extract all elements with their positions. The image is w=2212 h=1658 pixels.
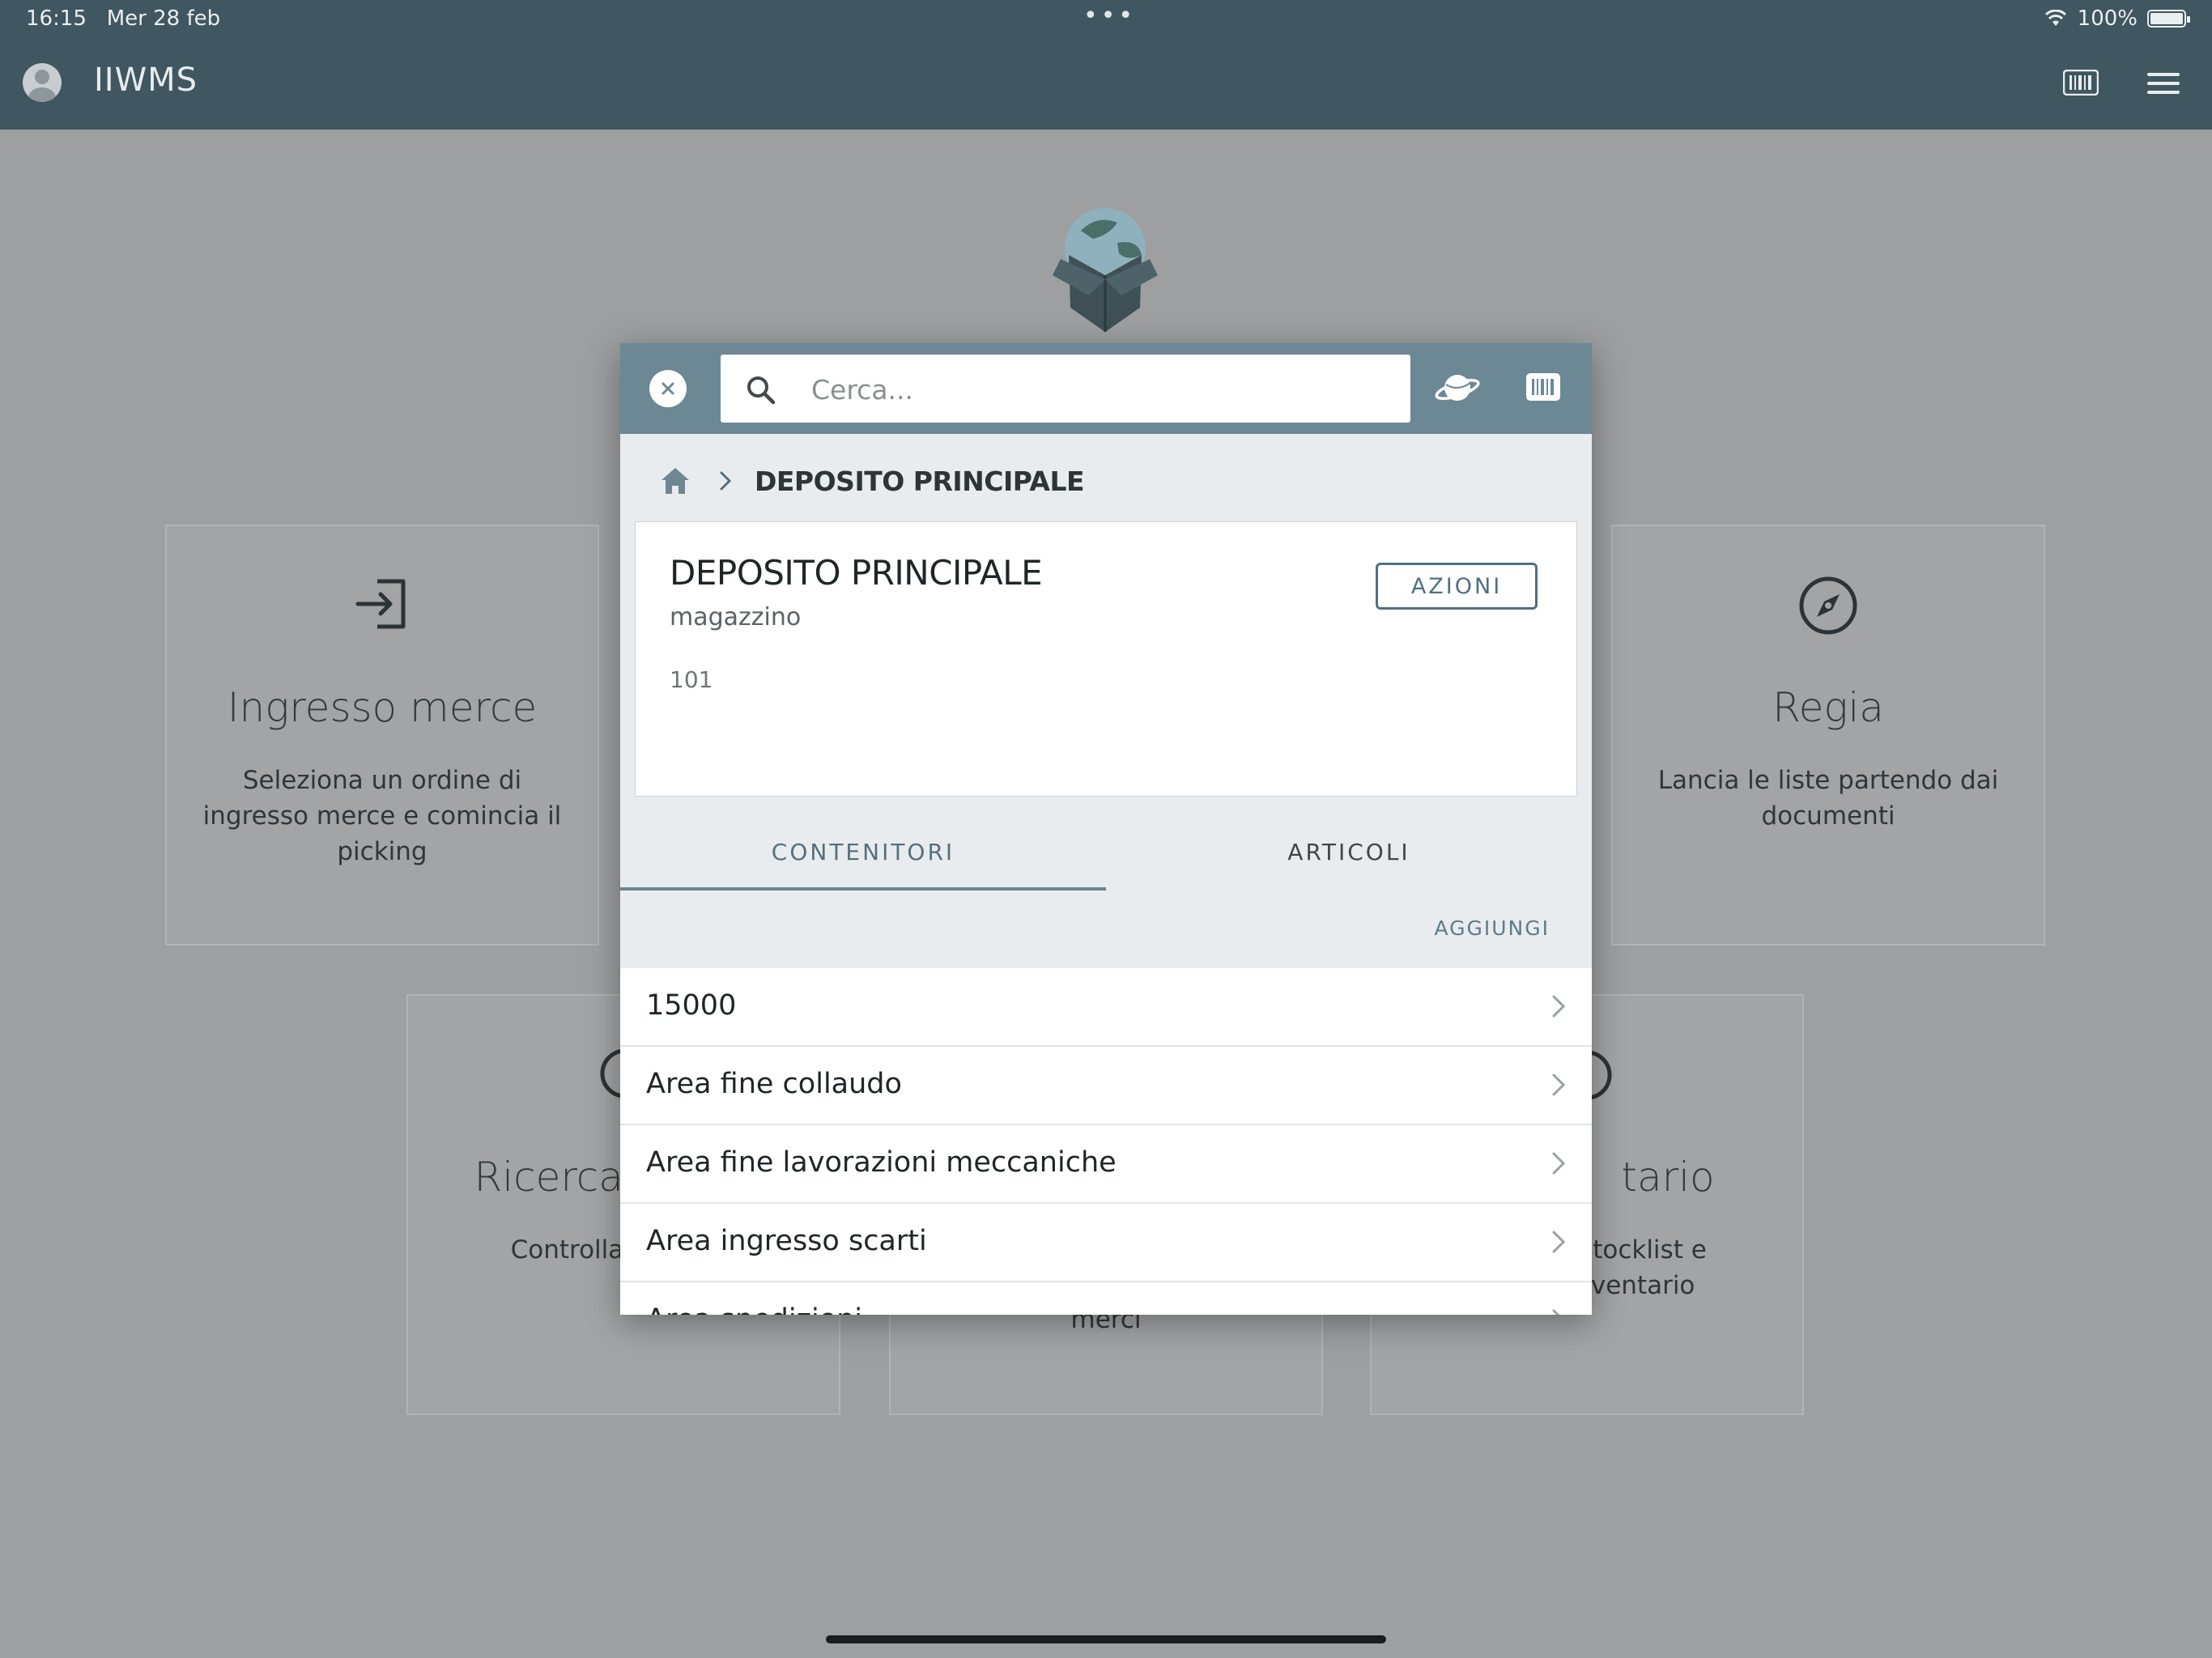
list-item-label: Area fine collaudo: [646, 1068, 902, 1100]
app-title: IIWMS: [94, 62, 198, 99]
status-indicators: 100%: [2044, 6, 2190, 31]
multitasking-dots-icon[interactable]: •••: [1083, 2, 1136, 30]
list-item[interactable]: Area fine lavorazioni meccaniche: [620, 1125, 1592, 1204]
search-input[interactable]: [810, 364, 1380, 414]
location-title: DEPOSITO PRINCIPALE: [670, 553, 1043, 593]
chevron-right-icon: [1552, 1309, 1560, 1315]
add-button[interactable]: AGGIUNGI: [1434, 916, 1550, 940]
list-item[interactable]: 15000: [620, 968, 1592, 1047]
chevron-right-icon: [1552, 1152, 1566, 1175]
compass-icon: [1799, 576, 1857, 635]
wifi-icon: [2044, 10, 2066, 26]
location-browser-modal: DEPOSITO PRINCIPALE DEPOSITO PRINCIPALE …: [620, 343, 1592, 1315]
menu-icon[interactable]: [2147, 71, 2180, 96]
barcode-scan-icon[interactable]: [1525, 372, 1561, 402]
login-arrow-icon: [355, 579, 406, 629]
chevron-right-icon: [1552, 995, 1566, 1018]
list-item-label: Area ingresso scarti: [646, 1225, 927, 1257]
tab-articoli[interactable]: ARTICOLI: [1106, 813, 1592, 891]
location-type: magazzino: [670, 603, 802, 631]
tab-contenitori[interactable]: CONTENITORI: [620, 813, 1106, 891]
close-icon: [661, 382, 674, 395]
barcode-scan-icon[interactable]: [2063, 70, 2099, 96]
breadcrumb: DEPOSITO PRINCIPALE: [659, 457, 1085, 505]
avatar[interactable]: [23, 63, 62, 102]
close-button[interactable]: [649, 370, 687, 407]
list-item-label: Area spedizioni: [646, 1303, 862, 1315]
chevron-right-icon: [720, 471, 732, 491]
home-icon[interactable]: [659, 465, 691, 497]
card-description: Seleziona un ordine di ingresso merce e …: [202, 766, 562, 866]
status-date: Mer 28 feb: [106, 6, 221, 31]
search-field[interactable]: [721, 355, 1410, 423]
app-header: 16:15 Mer 28 feb ••• 100% IIWMS: [0, 0, 2212, 130]
card-title: Ingresso merce: [227, 684, 538, 731]
battery-icon: [2147, 10, 2190, 28]
dashboard-card-ingresso-merce[interactable]: Ingresso merce Seleziona un ordine di in…: [165, 525, 599, 946]
card-description: Lancia le liste partendo dai documenti: [1657, 766, 1999, 831]
chevron-right-icon: [1552, 1073, 1566, 1096]
status-time-value: 16:15: [26, 6, 87, 31]
list-item[interactable]: Area spedizioni: [620, 1282, 1592, 1315]
tab-bar: CONTENITORI ARTICOLI: [620, 813, 1592, 891]
chevron-right-icon: [1552, 1231, 1566, 1253]
dashboard-card-regia[interactable]: Regia Lancia le liste partendo dai docum…: [1611, 525, 2045, 946]
list-item-label: Area fine lavorazioni meccaniche: [646, 1146, 1117, 1179]
status-time: 16:15 Mer 28 feb: [26, 6, 220, 31]
card-title: Regia: [1772, 684, 1884, 731]
search-icon: [747, 376, 776, 405]
list-item-label: 15000: [646, 989, 737, 1022]
actions-button[interactable]: AZIONI: [1376, 563, 1538, 610]
active-tab-indicator: [620, 887, 1106, 891]
planet-icon[interactable]: [1435, 368, 1480, 408]
container-list: 15000 Area fine collaudo Area fine lavor…: [620, 968, 1592, 1315]
home-indicator[interactable]: [826, 1635, 1386, 1643]
breadcrumb-current: DEPOSITO PRINCIPALE: [755, 465, 1085, 497]
app-logo: [1053, 208, 1158, 332]
location-info-card: DEPOSITO PRINCIPALE magazzino 101 AZIONI: [635, 521, 1577, 797]
location-code: 101: [670, 666, 713, 693]
list-item[interactable]: Area fine collaudo: [620, 1047, 1592, 1125]
modal-toolbar: [620, 343, 1592, 434]
list-item[interactable]: Area ingresso scarti: [620, 1204, 1592, 1282]
battery-percent: 100%: [2077, 6, 2138, 31]
